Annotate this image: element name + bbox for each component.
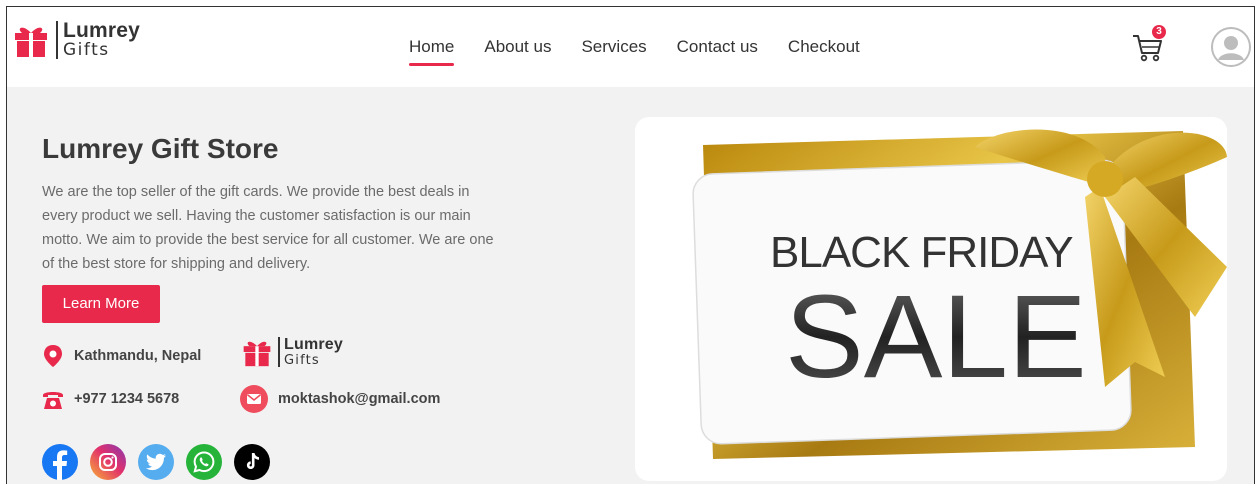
twitter-icon[interactable] xyxy=(138,444,174,480)
brand-name: Lumrey xyxy=(284,336,343,353)
social-links xyxy=(42,444,270,480)
user-icon xyxy=(1211,27,1251,67)
tiktok-icon[interactable] xyxy=(234,444,270,480)
gift-card-illustration: BLACK FRIDAY SALE xyxy=(692,129,1227,459)
nav-about-us[interactable]: About us xyxy=(484,37,551,57)
brand-sub: Gifts xyxy=(284,353,320,368)
brand-logo[interactable]: Lumrey Gifts xyxy=(13,20,140,59)
gift-icon xyxy=(243,341,271,367)
user-avatar[interactable] xyxy=(1211,27,1251,67)
brand-name: Lumrey xyxy=(63,19,141,42)
email-info: moktashok@gmail.com xyxy=(240,385,440,413)
instagram-icon[interactable] xyxy=(90,444,126,480)
cart-count-badge: 3 xyxy=(1152,25,1166,39)
phone-text: +977 1234 5678 xyxy=(74,391,180,407)
brand-sub: Gifts xyxy=(63,40,110,60)
gift-icon xyxy=(15,27,47,57)
logo-divider xyxy=(278,337,280,367)
brand-logo-small: Lumrey Gifts xyxy=(242,337,343,367)
hero-description: We are the top seller of the gift cards.… xyxy=(42,184,494,272)
phone-info: +977 1234 5678 xyxy=(42,388,179,410)
banner-line1: BLACK FRIDAY xyxy=(770,228,1073,277)
page-frame: Lumrey Gifts Home About us Services Cont… xyxy=(6,6,1255,484)
nav-checkout[interactable]: Checkout xyxy=(788,37,860,57)
location-pin-icon xyxy=(44,345,62,367)
learn-more-button[interactable]: Learn More xyxy=(42,285,160,323)
header: Lumrey Gifts Home About us Services Cont… xyxy=(7,7,1254,87)
nav-home[interactable]: Home xyxy=(409,37,455,66)
email-icon xyxy=(240,385,268,413)
hero-title: Lumrey Gift Store xyxy=(42,133,279,164)
email-text: moktashok@gmail.com xyxy=(278,391,441,407)
main-nav: Home About us Services Contact us Checko… xyxy=(409,37,890,66)
nav-contact-us[interactable]: Contact us xyxy=(677,37,758,57)
facebook-icon[interactable] xyxy=(42,444,78,480)
location-info: Kathmandu, Nepal xyxy=(42,344,201,368)
banner-line2: SALE xyxy=(785,271,1087,403)
hero-banner-image: BLACK FRIDAY SALE xyxy=(635,117,1227,481)
nav-services[interactable]: Services xyxy=(581,37,646,57)
logo-divider xyxy=(56,20,58,59)
whatsapp-icon[interactable] xyxy=(186,444,222,480)
location-text: Kathmandu, Nepal xyxy=(74,348,202,364)
phone-icon xyxy=(43,392,63,409)
